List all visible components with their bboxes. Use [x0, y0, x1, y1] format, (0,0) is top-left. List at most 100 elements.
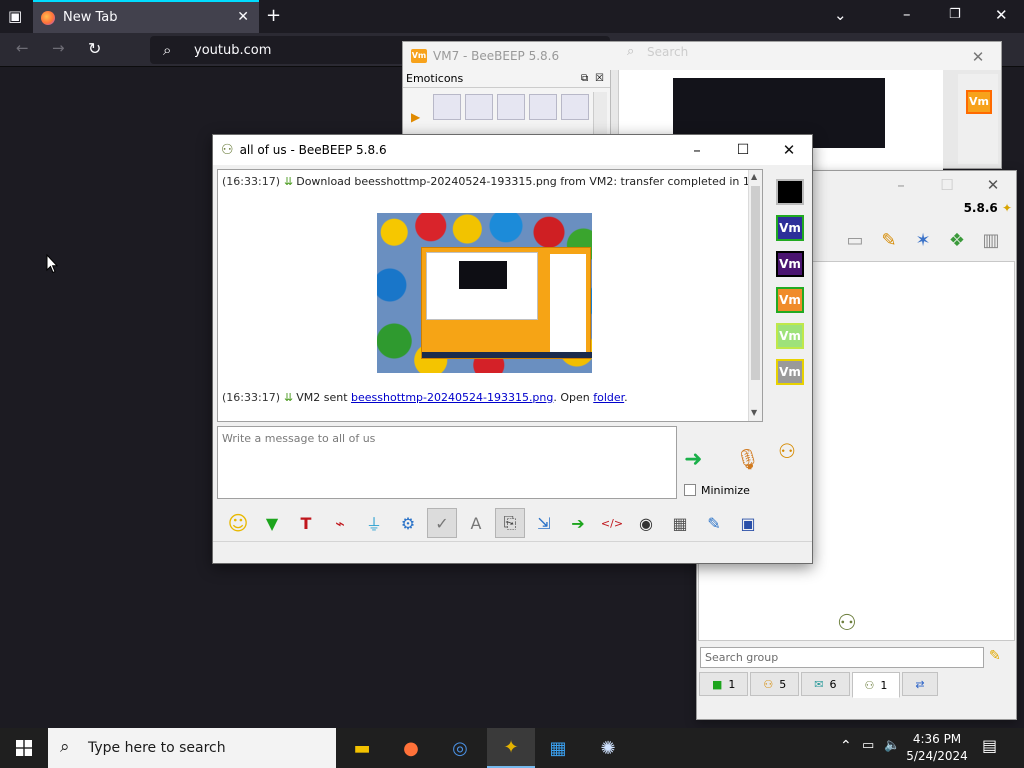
chat-close-icon[interactable]: ✕: [766, 135, 812, 165]
vm7-search-placeholder[interactable]: Search: [647, 45, 688, 59]
scroll-up-icon[interactable]: ▲: [751, 172, 757, 181]
chat-maximize-icon[interactable]: ☐: [720, 135, 766, 165]
html-icon[interactable]: </>: [597, 508, 627, 538]
member-vm-icon[interactable]: [776, 179, 804, 205]
send-file-icon[interactable]: ➔: [563, 508, 593, 538]
chat-minimize-icon[interactable]: –: [674, 135, 720, 165]
font-icon[interactable]: T: [291, 508, 321, 538]
microsoft-store-icon[interactable]: ▦: [534, 728, 582, 768]
save-icon[interactable]: ▣: [733, 508, 763, 538]
minimize-icon[interactable]: –: [903, 7, 911, 22]
microphone-icon[interactable]: 🎙: [735, 447, 760, 471]
emoticon-arrow-icon[interactable]: ▶: [411, 110, 420, 124]
trash-icon[interactable]: ▥: [978, 227, 1004, 253]
notifications-icon[interactable]: ▤: [982, 736, 997, 755]
file-explorer-icon[interactable]: ▬: [338, 728, 386, 768]
tab-users-online[interactable]: ■ 1: [699, 672, 749, 696]
new-tab-plus-icon[interactable]: +: [266, 7, 281, 25]
clear-search-icon[interactable]: ✎: [989, 648, 1001, 664]
forward-arrow-icon[interactable]: →: [52, 41, 65, 56]
text-style-icon[interactable]: A: [461, 508, 491, 538]
volume-muted-icon[interactable]: 🔈: [884, 738, 900, 753]
main-minimize-icon[interactable]: –: [878, 171, 924, 199]
export-document-icon[interactable]: ⇲: [529, 508, 559, 538]
tab-users[interactable]: ⚇ 5: [750, 672, 800, 696]
vm7-title-bar[interactable]: Vm VM7 - BeeBEEP 5.8.6: [403, 42, 1001, 70]
float-panel-icon[interactable]: ⧉: [581, 70, 588, 88]
edit-note-icon[interactable]: ✎: [699, 508, 729, 538]
group-members-icon[interactable]: ⚇: [778, 439, 796, 463]
emoticon-airplane-icon[interactable]: [433, 94, 461, 120]
beebeep-icon[interactable]: ✦: [487, 728, 535, 768]
member-vm-icon[interactable]: Vm: [776, 215, 804, 241]
green-arrow-down-icon[interactable]: ▼: [257, 508, 287, 538]
smiley-icon[interactable]: ☺: [223, 508, 253, 538]
system-clock[interactable]: 4:36 PM 5/24/2024: [906, 731, 968, 765]
mouse-cursor-icon: [46, 254, 58, 274]
main-close-icon[interactable]: ✕: [970, 171, 1016, 199]
network-tray-icon[interactable]: ▭: [862, 738, 874, 753]
member-vm-icon[interactable]: Vm: [776, 359, 804, 385]
firefox-tab-bar: ▣ New Tab ✕ + ⌄ – ❐ ✕: [0, 0, 1024, 33]
close-tab-icon[interactable]: ✕: [237, 9, 249, 25]
screenshot-icon[interactable]: ◉: [631, 508, 661, 538]
plugins-icon[interactable]: ❖: [944, 227, 970, 253]
close-panel-icon[interactable]: ☒: [595, 70, 604, 88]
member-vm-icon[interactable]: Vm: [776, 287, 804, 313]
message-input[interactable]: Write a message to all of us: [217, 426, 677, 499]
screenshot-thumbnail[interactable]: [377, 213, 592, 373]
emoticon-flag-icon[interactable]: [465, 94, 493, 120]
reload-icon[interactable]: ↻: [88, 41, 101, 57]
groups-icon: ⚇: [864, 678, 875, 692]
spellcheck-icon[interactable]: ✓: [427, 508, 457, 538]
tab-groups[interactable]: ⚇ 1: [851, 672, 901, 698]
emoticon-golf-icon[interactable]: [561, 94, 589, 120]
tab-title: New Tab: [63, 10, 118, 25]
folder-icon[interactable]: ▭: [842, 227, 868, 253]
emoticon-ship-icon[interactable]: [529, 94, 557, 120]
file-link[interactable]: beesshottmp-20240524-193315.png: [351, 391, 553, 404]
emoticon-church-icon[interactable]: [497, 94, 525, 120]
taskbar-search-box[interactable]: ⌕ Type here to search: [48, 728, 336, 768]
thumbnail-inner-window: [426, 252, 538, 320]
chat-window[interactable]: ⚇ all of us - BeeBEEP 5.8.6 – ☐ ✕ (16:33…: [212, 134, 813, 564]
chat-log[interactable]: (16:33:17) ⇊ Download beesshottmp-20240524…: [217, 169, 763, 422]
calendar-icon[interactable]: ▦: [665, 508, 695, 538]
users-online-icon: ■: [712, 677, 723, 691]
member-vm-icon[interactable]: Vm: [776, 323, 804, 349]
tray-chevron-up-icon[interactable]: ⌃: [840, 738, 852, 754]
chevron-down-icon[interactable]: ⌄: [834, 8, 847, 23]
chat-log-scrollbar[interactable]: ▲ ▼: [748, 170, 762, 421]
tab-list-icon[interactable]: ▣: [8, 9, 22, 24]
vm7-close-icon[interactable]: ✕: [955, 42, 1001, 72]
tab-chats[interactable]: ✉ 6: [801, 672, 850, 696]
log-timestamp: (16:33:17): [222, 175, 280, 188]
document-icon[interactable]: ⎘: [495, 508, 525, 538]
color-picker-icon[interactable]: ⌁: [325, 508, 355, 538]
send-message-icon[interactable]: ➜: [684, 447, 702, 472]
search-group-input[interactable]: Search group: [700, 647, 984, 668]
firefox-tab-new-tab[interactable]: New Tab ✕: [33, 0, 259, 33]
settings-icon[interactable]: ⚙: [393, 508, 423, 538]
log-suffix: .: [624, 391, 628, 404]
scroll-down-icon[interactable]: ▼: [751, 408, 757, 417]
firefox-icon[interactable]: ●: [387, 728, 435, 768]
tab-network[interactable]: ⇄: [902, 672, 938, 696]
folder-link[interactable]: folder: [593, 391, 624, 404]
vm7-user-vm-icon[interactable]: Vm: [966, 90, 992, 114]
back-arrow-icon[interactable]: ←: [16, 41, 29, 56]
firefox-favicon-icon: [41, 10, 55, 25]
edit-pencil-icon[interactable]: ✎: [876, 227, 902, 253]
filter-icon[interactable]: ⏚: [359, 508, 389, 538]
restore-icon[interactable]: ❐: [949, 8, 961, 21]
chrome-icon[interactable]: ◎: [436, 728, 484, 768]
member-vm-icon[interactable]: Vm: [776, 251, 804, 277]
main-maximize-icon[interactable]: ☐: [924, 171, 970, 199]
thumbnail-dark-area: [459, 261, 507, 289]
scroll-thumb[interactable]: [751, 186, 760, 380]
tools-icon[interactable]: ✶: [910, 227, 936, 253]
network-app-icon[interactable]: ✺: [584, 728, 632, 768]
minimize-checkbox[interactable]: [684, 484, 696, 496]
start-button[interactable]: [0, 728, 48, 768]
close-window-icon[interactable]: ✕: [995, 8, 1008, 23]
